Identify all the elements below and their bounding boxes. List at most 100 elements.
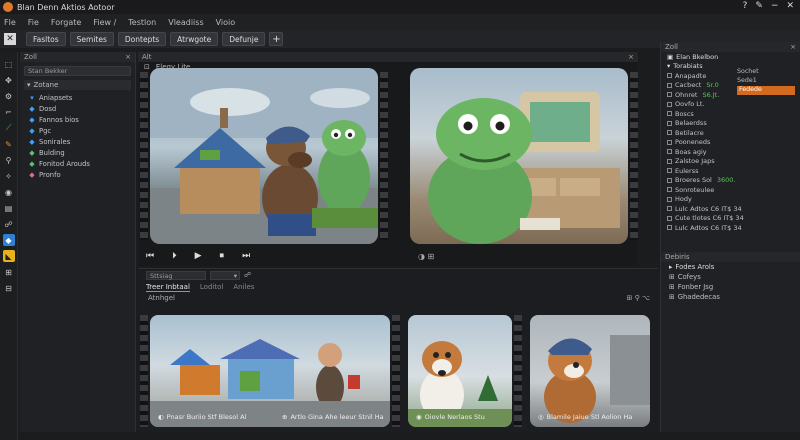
panel-close-icon[interactable]: ×	[628, 53, 634, 61]
checkbox[interactable]	[667, 187, 672, 193]
checkbox[interactable]	[667, 139, 672, 145]
skip-forward-icon[interactable]: ⏭	[242, 251, 250, 261]
menu-item[interactable]: Vleadiiss	[168, 18, 203, 27]
panel-close-icon[interactable]: ×	[125, 53, 131, 61]
details-row[interactable]: Betilacre	[661, 128, 800, 138]
crop-tool-icon[interactable]: ⌐	[3, 106, 15, 118]
skip-back-icon[interactable]: ⏮	[146, 251, 154, 261]
add-tab-button[interactable]: +	[269, 32, 284, 46]
outliner-item[interactable]: ▾ Aniapsets	[28, 92, 135, 103]
eyedropper-icon[interactable]: ⚲	[3, 154, 15, 166]
outliner-item[interactable]: ◆ Dosd	[28, 103, 135, 114]
checkbox[interactable]	[667, 215, 672, 221]
timing-row[interactable]: ⊞ Ghadedecas	[661, 292, 800, 302]
timing-row[interactable]: ⊞ Cofeys	[661, 272, 800, 282]
menu-item[interactable]: Vioio	[216, 18, 236, 27]
collapse-icon[interactable]: ▾	[667, 62, 670, 70]
outliner-search-input[interactable]: Stan Bekker	[24, 66, 131, 76]
checkbox[interactable]	[667, 206, 672, 212]
move-tool-icon[interactable]: ✥	[3, 74, 15, 86]
checkbox[interactable]	[667, 149, 672, 155]
details-row[interactable]: Pooneneds	[661, 138, 800, 148]
details-row[interactable]: Lulc Adtos C6 IT$ 34	[661, 223, 800, 233]
asset-thumbnail[interactable]: ◎ Blamile Jaiue Stl Aolion Ha	[530, 315, 650, 427]
viewport-frame-right[interactable]	[410, 68, 628, 244]
checkbox[interactable]	[667, 111, 672, 117]
viewport-extra-controls[interactable]: ◑ ⊞	[418, 252, 434, 261]
details-row[interactable]: Lulc Adtos C6 IT$ 34	[661, 204, 800, 214]
tab-aniles[interactable]: Aniles	[233, 283, 254, 291]
sculpt-tool-icon[interactable]: ☍	[3, 218, 15, 230]
details-row[interactable]: Eulerss	[661, 166, 800, 176]
menu-item[interactable]: Fie	[28, 18, 39, 27]
view-options-icon[interactable]: ⊞ ⚲ ⌥	[626, 294, 650, 302]
menu-item[interactable]: Fle	[4, 18, 16, 27]
details-row[interactable]: Boscs	[661, 109, 800, 119]
checkbox[interactable]	[667, 158, 672, 164]
asset-thumbnail[interactable]: ◉ Oiovle Nerlaos Stu	[408, 315, 512, 427]
details-row[interactable]: Hody	[661, 195, 800, 205]
outliner-item[interactable]: ◆ Pgc	[28, 125, 135, 136]
checkbox[interactable]	[667, 225, 672, 231]
details-row[interactable]: Zalstoe Japs	[661, 157, 800, 167]
checkbox[interactable]	[667, 196, 672, 202]
edit-icon[interactable]: ✎	[755, 1, 763, 11]
collapse-icon[interactable]: ▸	[669, 263, 672, 271]
outliner-item[interactable]: ◆ Fannos bios	[28, 114, 135, 125]
tab-tree[interactable]: Treer Inbtaal	[146, 283, 190, 292]
toolbar-button[interactable]: Atrwgote	[170, 32, 219, 46]
asset-filter-dropdown[interactable]: ▾	[210, 270, 240, 280]
menu-item[interactable]: Forgate	[51, 18, 81, 27]
timing-row[interactable]: ⊞ Fonber Jsg	[661, 282, 800, 292]
close-icon[interactable]: ✕	[786, 1, 794, 11]
brush-tool-icon[interactable]: ⟋	[3, 122, 15, 134]
menu-item[interactable]: Fiew /	[93, 18, 116, 27]
help-icon[interactable]: ?	[743, 1, 748, 11]
side-item[interactable]: Sochet	[737, 68, 795, 77]
side-item-selected[interactable]: Fedede	[737, 86, 795, 95]
asset-thumbnail[interactable]: ◐ Pnasr Buriio Stf Blesol Al ⊕ Artlo Gin…	[150, 315, 390, 427]
toolbar-button[interactable]: Fasltos	[26, 32, 66, 46]
checkbox[interactable]	[667, 101, 672, 107]
select-tool-icon[interactable]: ⬚	[3, 58, 15, 70]
stop-icon[interactable]: ⏹	[220, 251, 225, 261]
layers-icon[interactable]: ▤	[3, 202, 15, 214]
checkbox[interactable]	[667, 82, 672, 88]
outliner-item[interactable]: ◆ Sonirales	[28, 136, 135, 147]
camera-icon[interactable]: ⊡	[144, 63, 150, 71]
settings-icon[interactable]: ⚙	[3, 90, 15, 102]
minimize-icon[interactable]: −	[771, 1, 779, 11]
shield-icon[interactable]: ◆	[2, 234, 15, 246]
checkbox[interactable]	[667, 73, 672, 79]
checkbox[interactable]	[667, 120, 672, 126]
outliner-item[interactable]: ◆ Pronfo	[28, 169, 135, 180]
outliner-item[interactable]: ◆ Bulding	[28, 147, 135, 158]
viewport-frame-left[interactable]	[150, 68, 378, 244]
panel-close-icon[interactable]: ×	[790, 43, 796, 51]
camera-icon[interactable]: ◉	[3, 186, 15, 198]
checkbox[interactable]	[667, 168, 672, 174]
outliner-item[interactable]: ◆ Fonitod Arouds	[28, 158, 135, 169]
warning-icon[interactable]: ◣	[2, 250, 15, 262]
pin-tool-icon[interactable]: ✧	[3, 170, 15, 182]
toolbar-button[interactable]: Semites	[69, 32, 114, 46]
tab-loditol[interactable]: Loditol	[200, 283, 223, 291]
details-row[interactable]: Boas agiy	[661, 147, 800, 157]
link-icon[interactable]: ⊟	[3, 282, 15, 294]
filter-icon[interactable]: ☍	[244, 271, 251, 279]
side-item[interactable]: Sede1	[737, 77, 795, 86]
asset-search-input[interactable]: Sttsiag	[146, 270, 206, 280]
grid-icon[interactable]: ⊞	[3, 266, 15, 278]
toolbar-button[interactable]: Dontepts	[117, 32, 167, 46]
details-row[interactable]: Oovfo Lt.	[661, 100, 800, 110]
details-row[interactable]: Cute tlotes C6 IT$ 34	[661, 214, 800, 224]
checkbox[interactable]	[667, 92, 672, 98]
paint-tool-icon[interactable]: ✎	[3, 138, 15, 150]
details-row[interactable]: Sonroteulee	[661, 185, 800, 195]
toolbar-button[interactable]: Defunje	[222, 32, 266, 46]
details-row[interactable]: Belaerdss	[661, 119, 800, 129]
details-row[interactable]: Broeres Sol 3600.	[661, 176, 800, 186]
checkbox[interactable]	[667, 130, 672, 136]
collapse-icon[interactable]: ▾	[27, 81, 31, 89]
play-icon[interactable]: ▶	[195, 251, 202, 261]
